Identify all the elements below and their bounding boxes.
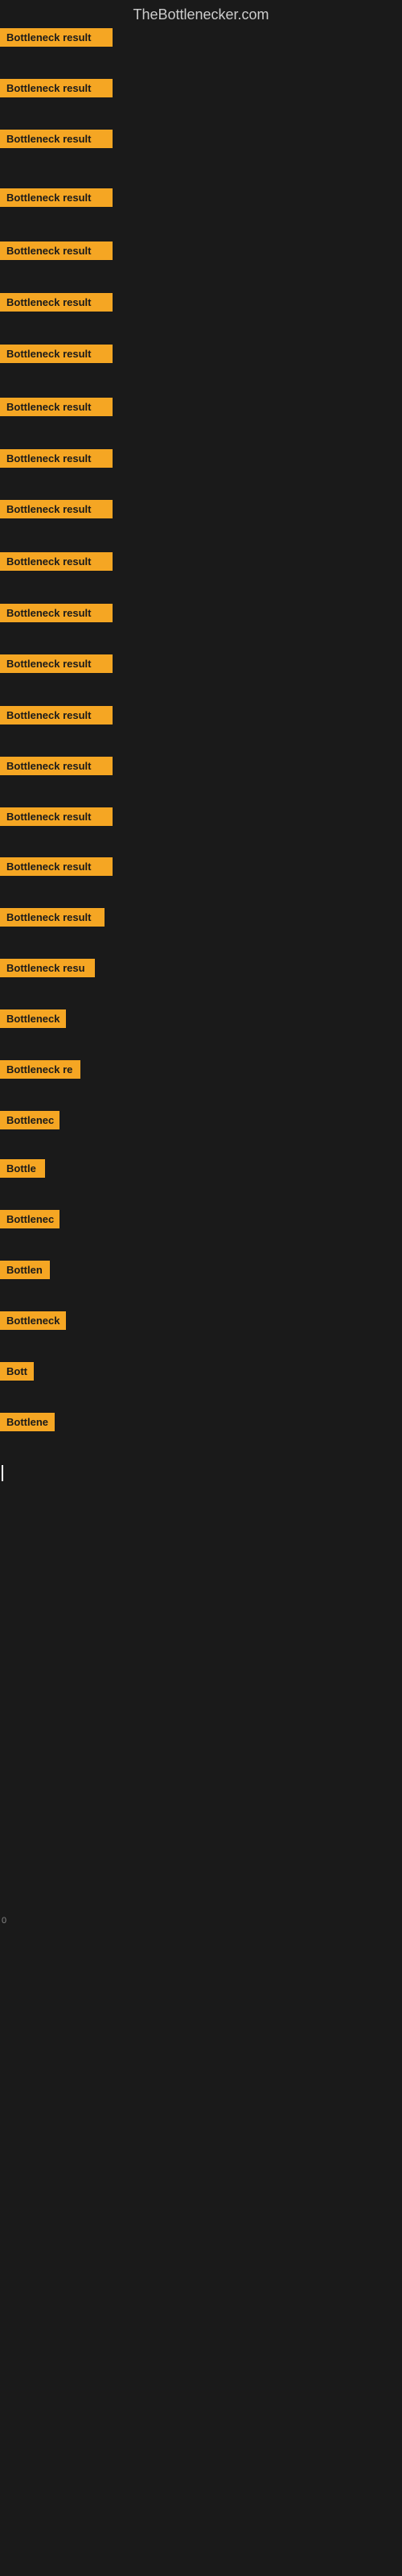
bottleneck-result-item[interactable]: Bottleneck result [0, 604, 113, 622]
bottleneck-result-item[interactable]: Bottle [0, 1159, 45, 1178]
bottleneck-result-item[interactable]: Bottleneck resu [0, 959, 95, 977]
bottleneck-result-item[interactable]: Bottleneck re [0, 1060, 80, 1079]
bottleneck-result-item[interactable]: Bottleneck result [0, 188, 113, 207]
bottleneck-result-item[interactable]: Bottleneck result [0, 398, 113, 416]
bottleneck-result-item[interactable]: Bottleneck [0, 1311, 66, 1330]
bottleneck-result-item[interactable]: Bottleneck result [0, 552, 113, 571]
bottleneck-result-item[interactable]: Bottleneck [0, 1009, 66, 1028]
text-cursor [2, 1465, 3, 1481]
bottleneck-result-item[interactable]: Bottleneck result [0, 757, 113, 775]
bottleneck-result-item[interactable]: Bottlen [0, 1261, 50, 1279]
bottleneck-result-item[interactable]: Bottleneck result [0, 242, 113, 260]
bottleneck-result-item[interactable]: Bottlenec [0, 1111, 59, 1129]
bottleneck-result-item[interactable]: Bottleneck result [0, 857, 113, 876]
bottleneck-result-item[interactable]: Bottleneck result [0, 908, 105, 927]
bottleneck-result-item[interactable]: Bottleneck result [0, 706, 113, 724]
bottleneck-result-item[interactable]: Bottleneck result [0, 449, 113, 468]
bottleneck-result-item[interactable]: Bottleneck result [0, 345, 113, 363]
bottleneck-result-item[interactable]: Bottleneck result [0, 293, 113, 312]
bottleneck-result-item[interactable]: Bottleneck result [0, 28, 113, 47]
bottleneck-result-item[interactable]: Bottleneck result [0, 807, 113, 826]
bottleneck-result-item[interactable]: Bottleneck result [0, 654, 113, 673]
bottleneck-result-item[interactable]: Bottlenec [0, 1210, 59, 1228]
bottleneck-result-item[interactable]: Bottlene [0, 1413, 55, 1431]
bottleneck-result-item[interactable]: Bottleneck result [0, 79, 113, 97]
bottleneck-result-item[interactable]: Bottleneck result [0, 500, 113, 518]
small-text-label: 0 [2, 1916, 6, 1926]
bottleneck-result-item[interactable]: Bottleneck result [0, 130, 113, 148]
bottleneck-result-item[interactable]: Bott [0, 1362, 34, 1381]
